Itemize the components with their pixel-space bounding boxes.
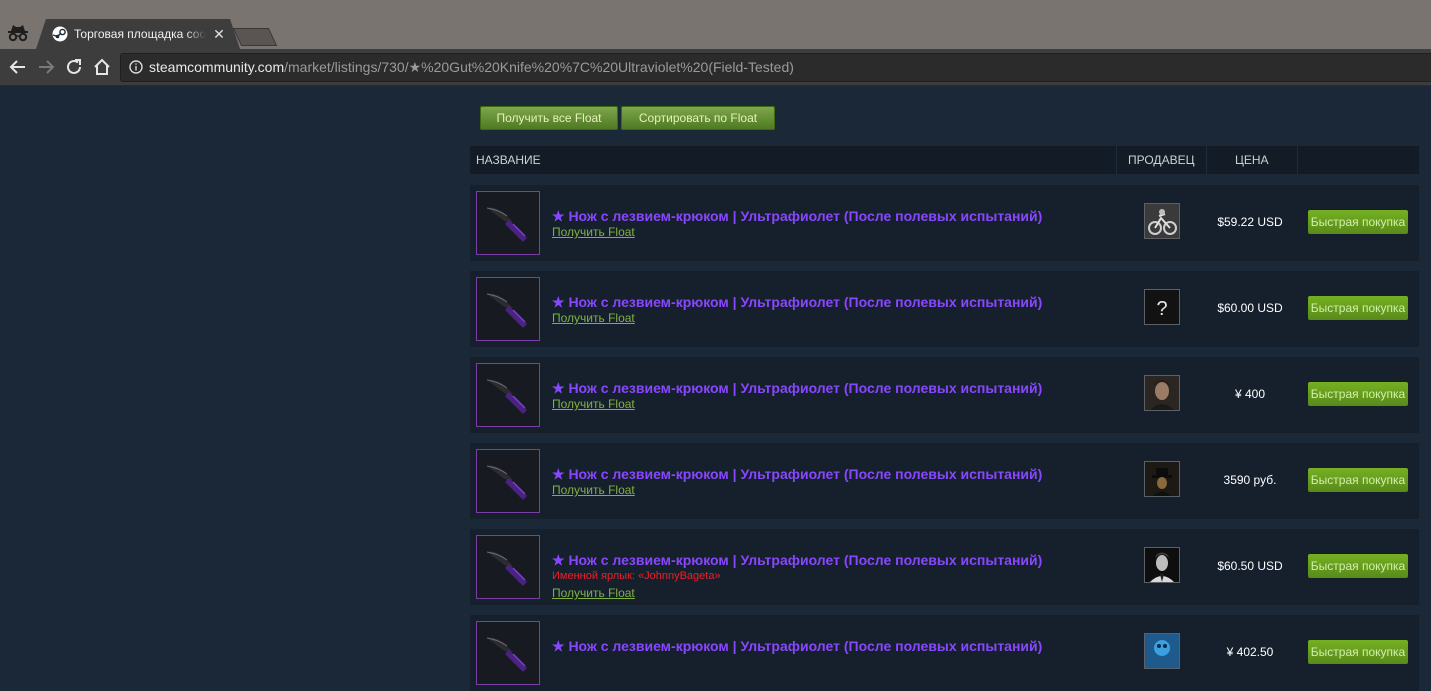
item-name[interactable]: ★ Нож с лезвием-крюком | Ультрафиолет (П… [552, 466, 1042, 483]
gentleman-hat-avatar-icon [1145, 462, 1179, 496]
steam-favicon-icon [52, 26, 68, 42]
item-thumbnail[interactable] [476, 449, 540, 513]
url-text[interactable]: steamcommunity.com/market/listings/730/★… [149, 59, 794, 76]
get-float-link[interactable]: Получить Float [552, 586, 635, 600]
incognito-icon [8, 25, 28, 42]
item-thumbnail[interactable] [476, 363, 540, 427]
listing-price: ¥ 400 [1234, 387, 1266, 401]
listing-row: ★ Нож с лезвием-крюком | Ультрафиолет (П… [470, 443, 1419, 519]
listing-table-header: НАЗВАНИЕ ПРОДАВЕЦ ЦЕНА [470, 146, 1419, 174]
quick-buy-button[interactable]: Быстрая покупка [1308, 468, 1408, 492]
header-divider [1297, 146, 1298, 174]
question-mark-avatar-icon: ? [1145, 290, 1179, 324]
header-divider [1206, 146, 1207, 174]
item-name[interactable]: ★ Нож с лезвием-крюком | Ультрафиолет (П… [552, 552, 1042, 569]
listing-price: $60.00 USD [1217, 301, 1283, 315]
get-float-link[interactable]: Получить Float [552, 483, 635, 497]
get-float-link[interactable]: Получить Float [552, 311, 635, 325]
quick-buy-button[interactable]: Быстрая покупка [1308, 210, 1408, 234]
reload-icon[interactable] [65, 58, 83, 76]
seller-avatar[interactable] [1144, 547, 1180, 583]
seller-avatar[interactable] [1144, 461, 1180, 497]
svg-text:?: ? [1156, 298, 1167, 320]
item-name[interactable]: ★ Нож с лезвием-крюком | Ультрафиолет (П… [552, 380, 1042, 397]
knife-icon [486, 207, 527, 242]
info-icon[interactable] [129, 60, 143, 74]
browser-tab[interactable]: Торговая площадка соо ✕ [36, 19, 240, 49]
item-name[interactable]: ★ Нож с лезвием-крюком | Ультрафиолет (П… [552, 208, 1042, 225]
seller-avatar[interactable]: ? [1144, 289, 1180, 325]
item-thumbnail[interactable] [476, 191, 540, 255]
man-portrait-avatar-icon [1145, 376, 1179, 410]
seller-avatar[interactable] [1144, 633, 1180, 669]
header-seller: ПРОДАВЕЦ [1128, 153, 1195, 167]
seller-avatar[interactable] [1144, 375, 1180, 411]
item-name[interactable]: ★ Нож с лезвием-крюком | Ультрафиолет (П… [552, 638, 1042, 655]
quick-buy-button[interactable]: Быстрая покупка [1308, 640, 1408, 664]
item-thumbnail[interactable] [476, 277, 540, 341]
blue-character-avatar-icon [1145, 634, 1179, 668]
header-price: ЦЕНА [1235, 153, 1269, 167]
quick-buy-button[interactable]: Быстрая покупка [1308, 296, 1408, 320]
listing-row: ★ Нож с лезвием-крюком | Ультрафиолет (П… [470, 185, 1419, 261]
bw-portrait-avatar-icon [1145, 548, 1179, 582]
item-thumbnail[interactable] [476, 621, 540, 685]
listing-row: ★ Нож с лезвием-крюком | Ультрафиолет (П… [470, 357, 1419, 433]
address-bar[interactable]: steamcommunity.com/market/listings/730/★… [120, 53, 1431, 82]
listing-price: 3590 руб. [1223, 473, 1277, 487]
listing-price: $60.50 USD [1217, 559, 1283, 573]
knife-icon [486, 293, 527, 328]
url-host: steamcommunity.com [149, 59, 285, 75]
listing-row: ★ Нож с лезвием-крюком | Ультрафиолет (П… [470, 615, 1419, 691]
forward-arrow-icon[interactable] [37, 58, 55, 76]
tab-close-icon[interactable]: ✕ [212, 25, 226, 43]
biker-avatar-icon [1145, 204, 1179, 238]
item-name[interactable]: ★ Нож с лезвием-крюком | Ультрафиолет (П… [552, 294, 1042, 311]
name-tag-label: Именной ярлык: «JohnnyBageta» [552, 570, 721, 582]
quick-buy-button[interactable]: Быстрая покупка [1308, 382, 1408, 406]
listing-price: $59.22 USD [1217, 215, 1283, 229]
home-icon[interactable] [93, 58, 111, 76]
new-tab-button[interactable] [232, 28, 278, 46]
quick-buy-button[interactable]: Быстрая покупка [1308, 554, 1408, 578]
listing-row: ★ Нож с лезвием-крюком | Ультрафиолет (П… [470, 271, 1419, 347]
knife-icon [486, 465, 527, 500]
get-float-link[interactable]: Получить Float [552, 225, 635, 239]
get-all-float-button[interactable]: Получить все Float [480, 106, 618, 130]
knife-icon [486, 551, 527, 586]
get-float-link[interactable]: Получить Float [552, 397, 635, 411]
header-divider [1116, 146, 1117, 174]
browser-toolbar: steamcommunity.com/market/listings/730/★… [0, 49, 1431, 86]
tab-title: Торговая площадка соо [74, 27, 206, 41]
browser-tabstrip: Торговая площадка соо ✕ [0, 0, 1431, 49]
item-thumbnail[interactable] [476, 535, 540, 599]
seller-avatar[interactable] [1144, 203, 1180, 239]
sort-by-float-button[interactable]: Сортировать по Float [621, 106, 775, 130]
url-path: /market/listings/730/★%20Gut%20Knife%20%… [284, 59, 794, 75]
knife-icon [486, 637, 527, 672]
header-name: НАЗВАНИЕ [476, 153, 541, 167]
listing-row: ★ Нож с лезвием-крюком | Ультрафиолет (П… [470, 529, 1419, 605]
back-arrow-icon[interactable] [9, 58, 27, 76]
listing-price: ¥ 402.50 [1226, 645, 1274, 659]
knife-icon [486, 379, 527, 414]
